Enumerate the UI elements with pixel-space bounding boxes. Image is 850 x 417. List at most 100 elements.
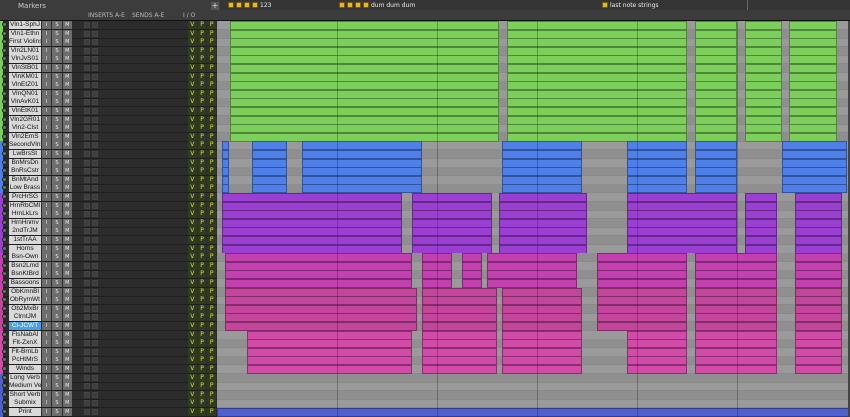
output-selector[interactable]: P bbox=[207, 158, 217, 167]
voice-selector[interactable]: V bbox=[188, 347, 197, 356]
record-enable-icon[interactable] bbox=[2, 125, 7, 131]
output-selector[interactable]: P bbox=[207, 184, 217, 193]
send-slot[interactable] bbox=[92, 133, 98, 140]
input-selector[interactable]: P bbox=[197, 72, 207, 81]
send-slot[interactable] bbox=[92, 90, 98, 97]
output-selector[interactable]: P bbox=[207, 98, 217, 107]
mute-button[interactable]: M bbox=[62, 64, 72, 72]
voice-selector[interactable]: V bbox=[188, 89, 197, 98]
input-selector[interactable]: P bbox=[197, 46, 207, 55]
track-name[interactable]: Bassoons bbox=[9, 279, 41, 287]
mute-button[interactable]: M bbox=[62, 296, 72, 305]
insert-slot[interactable] bbox=[84, 262, 90, 269]
solo-button[interactable]: S bbox=[52, 365, 62, 373]
solo-button[interactable]: S bbox=[52, 339, 62, 348]
insert-slot[interactable] bbox=[84, 305, 90, 312]
mute-button[interactable]: M bbox=[62, 287, 72, 296]
solo-button[interactable]: S bbox=[52, 270, 62, 279]
insert-slot[interactable] bbox=[84, 357, 90, 364]
send-slot[interactable] bbox=[92, 151, 98, 157]
record-enable-icon[interactable] bbox=[2, 90, 7, 96]
track-name[interactable]: First Violins bbox=[9, 38, 41, 47]
insert-slot[interactable] bbox=[84, 168, 90, 175]
send-slot[interactable] bbox=[92, 176, 98, 183]
input-monitor-button[interactable]: I bbox=[42, 408, 52, 416]
output-selector[interactable]: P bbox=[207, 38, 217, 47]
input-monitor-button[interactable]: I bbox=[42, 270, 52, 279]
marker-last-note-strings[interactable]: last note strings bbox=[602, 1, 659, 9]
insert-slot[interactable] bbox=[84, 366, 90, 372]
input-monitor-button[interactable]: I bbox=[42, 373, 52, 382]
record-enable-icon[interactable] bbox=[2, 82, 7, 88]
voice-selector[interactable]: V bbox=[188, 167, 197, 176]
voice-selector[interactable]: V bbox=[188, 184, 197, 193]
insert-slot[interactable] bbox=[84, 90, 90, 97]
solo-button[interactable]: S bbox=[52, 296, 62, 305]
output-selector[interactable]: P bbox=[207, 210, 217, 219]
solo-button[interactable]: S bbox=[52, 81, 62, 90]
voice-selector[interactable]: V bbox=[188, 201, 197, 210]
solo-button[interactable]: S bbox=[52, 201, 62, 210]
mute-button[interactable]: M bbox=[62, 261, 72, 270]
voice-selector[interactable]: V bbox=[188, 29, 197, 38]
input-monitor-button[interactable]: I bbox=[42, 244, 52, 253]
input-selector[interactable]: P bbox=[197, 29, 207, 38]
input-monitor-button[interactable]: I bbox=[42, 38, 52, 47]
insert-slot[interactable] bbox=[84, 297, 90, 304]
insert-slot[interactable] bbox=[84, 331, 90, 338]
record-enable-icon[interactable] bbox=[2, 288, 7, 294]
send-slot[interactable] bbox=[92, 254, 98, 261]
send-slot[interactable] bbox=[92, 39, 98, 46]
insert-slot[interactable] bbox=[84, 288, 90, 295]
voice-selector[interactable]: V bbox=[188, 382, 197, 391]
track-name[interactable]: VlnJvS01 bbox=[9, 55, 41, 64]
input-monitor-button[interactable]: I bbox=[42, 261, 52, 270]
input-monitor-button[interactable]: I bbox=[42, 81, 52, 90]
input-monitor-button[interactable]: I bbox=[42, 167, 52, 176]
input-monitor-button[interactable]: I bbox=[42, 218, 52, 227]
input-selector[interactable]: P bbox=[197, 330, 207, 339]
insert-slot[interactable] bbox=[84, 194, 90, 200]
input-monitor-button[interactable]: I bbox=[42, 339, 52, 348]
voice-selector[interactable]: V bbox=[188, 141, 197, 150]
voice-selector[interactable]: V bbox=[188, 236, 197, 244]
input-monitor-button[interactable]: I bbox=[42, 382, 52, 391]
output-selector[interactable]: P bbox=[207, 373, 217, 382]
voice-selector[interactable]: V bbox=[188, 399, 197, 408]
output-selector[interactable]: P bbox=[207, 330, 217, 339]
output-selector[interactable]: P bbox=[207, 21, 217, 29]
send-slot[interactable] bbox=[92, 280, 98, 286]
mute-button[interactable]: M bbox=[62, 81, 72, 90]
insert-slot[interactable] bbox=[84, 254, 90, 261]
solo-button[interactable]: S bbox=[52, 236, 62, 244]
track-name[interactable]: Bsn2Lmd bbox=[9, 261, 41, 270]
voice-selector[interactable]: V bbox=[188, 287, 197, 296]
output-selector[interactable]: P bbox=[207, 193, 217, 201]
solo-button[interactable]: S bbox=[52, 107, 62, 115]
mute-button[interactable]: M bbox=[62, 313, 72, 322]
insert-slot[interactable] bbox=[84, 30, 90, 37]
track-name[interactable]: Long Verb bbox=[9, 373, 41, 382]
record-enable-icon[interactable] bbox=[2, 262, 7, 268]
input-selector[interactable]: P bbox=[197, 287, 207, 296]
send-slot[interactable] bbox=[92, 211, 98, 218]
input-selector[interactable]: P bbox=[197, 124, 207, 133]
insert-slot[interactable] bbox=[84, 374, 90, 381]
output-selector[interactable]: P bbox=[207, 287, 217, 296]
output-selector[interactable]: P bbox=[207, 150, 217, 158]
record-enable-icon[interactable] bbox=[2, 357, 7, 363]
input-monitor-button[interactable]: I bbox=[42, 150, 52, 158]
input-monitor-button[interactable]: I bbox=[42, 141, 52, 150]
input-monitor-button[interactable]: I bbox=[42, 236, 52, 244]
mute-button[interactable]: M bbox=[62, 399, 72, 408]
insert-slot[interactable] bbox=[84, 219, 90, 226]
voice-selector[interactable]: V bbox=[188, 107, 197, 115]
record-enable-icon[interactable] bbox=[2, 374, 7, 380]
mute-button[interactable]: M bbox=[62, 124, 72, 133]
output-selector[interactable]: P bbox=[207, 390, 217, 399]
voice-selector[interactable]: V bbox=[188, 175, 197, 184]
mute-button[interactable]: M bbox=[62, 132, 72, 141]
voice-selector[interactable]: V bbox=[188, 98, 197, 107]
insert-slot[interactable] bbox=[84, 56, 90, 63]
voice-selector[interactable]: V bbox=[188, 330, 197, 339]
